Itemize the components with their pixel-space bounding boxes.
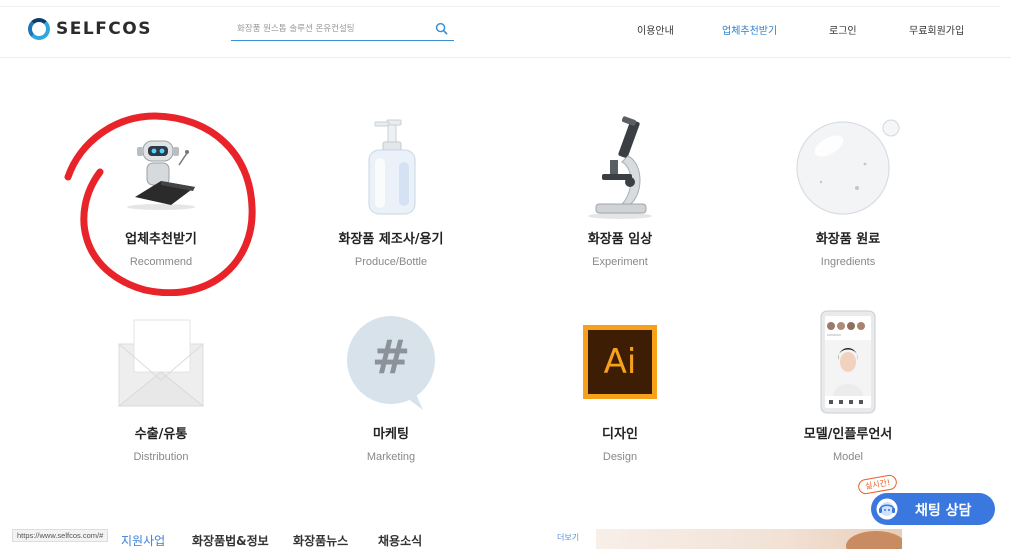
- category-model[interactable]: 모델/인플루언서 Model: [753, 310, 943, 470]
- envelope-icon: [117, 319, 205, 407]
- tab-news[interactable]: 화장품뉴스: [293, 532, 348, 549]
- category-subtitle: Experiment: [592, 256, 648, 268]
- header: SELFCOS 이용안내 업체추천받기 로그인 무료회원가입: [0, 0, 1011, 58]
- banner-decoration: [846, 531, 902, 549]
- category-title: 디자인: [602, 427, 638, 442]
- category-title: 마케팅: [373, 427, 409, 442]
- category-distribution[interactable]: 수출/유통 Distribution: [66, 310, 256, 470]
- logo[interactable]: SELFCOS: [28, 17, 152, 41]
- logo-ring-icon: [28, 18, 50, 40]
- category-experiment[interactable]: 화장품 임상 Experiment: [525, 110, 715, 275]
- search-icon[interactable]: [435, 22, 448, 35]
- category-subtitle: Ingredients: [820, 256, 876, 268]
- search-box: [231, 17, 454, 41]
- category-title: 화장품 제조사/용기: [338, 232, 444, 247]
- category-title: 모델/인플루언서: [803, 427, 893, 442]
- category-recommend[interactable]: 업체추천받기 Recommend: [66, 110, 256, 275]
- hashtag-glyph: #: [371, 330, 411, 384]
- category-subtitle: Distribution: [133, 451, 189, 463]
- status-url: https://www.selfcos.com/#: [12, 529, 109, 542]
- category-subtitle: Produce/Bottle: [354, 256, 428, 268]
- category-subtitle: Recommend: [129, 256, 193, 268]
- header-divider: [0, 6, 1000, 7]
- category-title: 화장품 원료: [815, 232, 881, 247]
- chat-agent-icon: [876, 498, 898, 520]
- promo-banner[interactable]: [596, 529, 902, 549]
- category-design[interactable]: Ai 디자인 Design: [525, 310, 715, 470]
- category-title: 화장품 임상: [587, 232, 653, 247]
- nav-guide[interactable]: 이용안내: [637, 22, 674, 37]
- category-title: 수출/유통: [134, 427, 188, 442]
- category-subtitle: Model: [833, 451, 863, 463]
- pump-bottle-icon: [368, 119, 416, 215]
- bubble-icon: [796, 119, 900, 215]
- tab-support[interactable]: 지원사업: [121, 532, 165, 549]
- robot-laptop-icon: [127, 140, 195, 210]
- search-input[interactable]: [231, 19, 426, 39]
- tab-jobs[interactable]: 채용소식: [378, 532, 422, 549]
- category-ingredients[interactable]: 화장품 원료 Ingredients: [753, 110, 943, 275]
- nav-login[interactable]: 로그인: [829, 22, 857, 37]
- nav-recommend[interactable]: 업체추천받기: [722, 22, 777, 37]
- category-subtitle: Marketing: [366, 451, 416, 463]
- category-title: 업체추천받기: [125, 232, 197, 247]
- chat-button[interactable]: 채팅 상담: [871, 493, 995, 525]
- phone-model-icon: [820, 310, 876, 414]
- tab-law-info[interactable]: 화장품법&정보: [192, 532, 269, 549]
- logo-text: SELFCOS: [56, 19, 152, 39]
- illustrator-icon: Ai: [583, 325, 657, 399]
- microscope-icon: [588, 116, 652, 219]
- category-subtitle: Design: [602, 451, 638, 463]
- category-marketing[interactable]: # 마케팅 Marketing: [296, 310, 486, 470]
- illustrator-text: Ai: [588, 330, 652, 394]
- nav-signup[interactable]: 무료회원가입: [909, 22, 964, 37]
- more-link[interactable]: 더보기: [557, 532, 579, 543]
- category-produce-bottle[interactable]: 화장품 제조사/용기 Produce/Bottle: [296, 110, 486, 275]
- chat-label: 채팅 상담: [915, 503, 972, 519]
